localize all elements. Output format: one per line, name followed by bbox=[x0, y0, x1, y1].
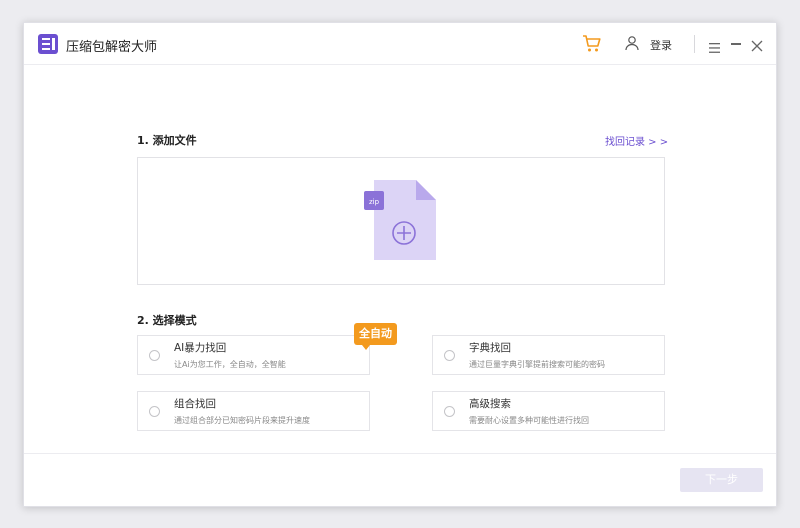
add-file-title: 1. 添加文件 bbox=[137, 134, 197, 147]
option-desc: 需要耐心设置多种可能性进行找回 bbox=[469, 416, 589, 425]
minimize-icon[interactable] bbox=[731, 43, 741, 45]
mode-option-combination[interactable]: 组合找回 通过组合部分已知密码片段来提升速度 bbox=[137, 391, 370, 431]
add-file-icon[interactable]: zip bbox=[364, 180, 436, 264]
option-desc: 让Ai为您工作，全自动，全智能 bbox=[174, 360, 286, 369]
app-title: 压缩包解密大师 bbox=[66, 40, 158, 55]
close-icon[interactable] bbox=[751, 37, 763, 56]
login-button[interactable]: 登录 bbox=[650, 37, 672, 53]
radio-button[interactable] bbox=[149, 406, 160, 417]
mode-option-dictionary[interactable]: 字典找回 通过巨量字典引擎提前搜索可能的密码 bbox=[432, 335, 665, 375]
title-divider bbox=[694, 35, 695, 53]
option-title: AI暴力找回 bbox=[174, 342, 227, 354]
radio-button[interactable] bbox=[149, 350, 160, 361]
radio-button[interactable] bbox=[444, 350, 455, 361]
option-title: 组合找回 bbox=[174, 398, 216, 410]
radio-button[interactable] bbox=[444, 406, 455, 417]
auto-badge: 全自动 bbox=[354, 323, 397, 350]
select-mode-title: 2. 选择模式 bbox=[137, 314, 197, 327]
option-desc: 通过组合部分已知密码片段来提升速度 bbox=[174, 416, 310, 425]
user-icon[interactable] bbox=[624, 35, 640, 55]
app-logo-icon bbox=[38, 34, 58, 54]
file-drop-zone[interactable]: zip bbox=[137, 157, 665, 285]
zip-tag: zip bbox=[369, 198, 380, 206]
next-button[interactable]: 下一步 bbox=[680, 468, 763, 492]
option-title: 高级搜索 bbox=[469, 398, 511, 410]
app-window: 压缩包解密大师 登录 1. 添加文件 找回记录 > > zip 2. 选择模式 … bbox=[23, 22, 777, 507]
cart-icon[interactable] bbox=[582, 34, 602, 57]
title-bar: 压缩包解密大师 登录 bbox=[24, 23, 776, 65]
footer-divider bbox=[24, 453, 776, 454]
mode-option-ai[interactable]: AI暴力找回 让Ai为您工作，全自动，全智能 bbox=[137, 335, 370, 375]
mode-option-advanced[interactable]: 高级搜索 需要耐心设置多种可能性进行找回 bbox=[432, 391, 665, 431]
menu-icon[interactable] bbox=[709, 38, 720, 57]
option-desc: 通过巨量字典引擎提前搜索可能的密码 bbox=[469, 360, 605, 369]
option-title: 字典找回 bbox=[469, 342, 511, 354]
history-link[interactable]: 找回记录 > > bbox=[605, 133, 668, 148]
